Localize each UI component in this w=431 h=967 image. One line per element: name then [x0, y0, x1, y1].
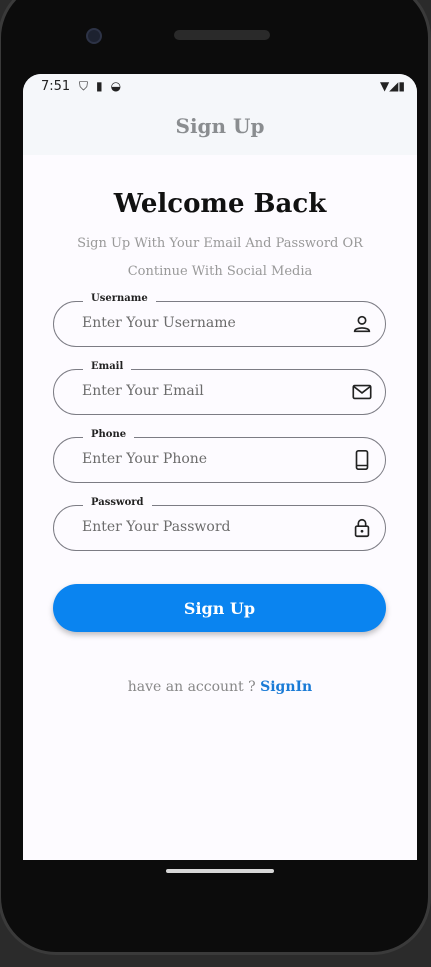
- status-system-icons: ▼◢▮: [379, 79, 405, 93]
- sign-up-button[interactable]: Sign Up: [53, 584, 386, 632]
- phone-input[interactable]: [82, 451, 332, 467]
- phone-icon: [355, 450, 369, 470]
- phone-field[interactable]: Phone: [53, 429, 386, 483]
- page-heading: Welcome Back: [113, 189, 327, 219]
- subtitle-line-2: Continue With Social Media: [127, 264, 313, 279]
- username-field[interactable]: Username: [53, 293, 386, 347]
- email-input[interactable]: [82, 383, 332, 399]
- camera-icon: [86, 28, 102, 44]
- email-label: Email: [83, 361, 132, 372]
- mail-icon: [352, 384, 372, 400]
- app-bar: Sign Up: [23, 100, 417, 155]
- status-notification-icons: ⛉▮◒: [79, 79, 130, 93]
- signin-prompt-text: have an account ?: [127, 679, 256, 695]
- subtitle-line-1: Sign Up With Your Email And Password OR: [77, 236, 363, 251]
- phone-label: Phone: [83, 429, 135, 440]
- app-screen: 7:51 ⛉▮◒ ▼◢▮ Sign Up Welcome Back Sign U…: [23, 74, 417, 860]
- signin-link[interactable]: SignIn: [260, 679, 312, 695]
- lock-icon: [354, 518, 370, 538]
- password-field[interactable]: Password: [53, 497, 386, 551]
- username-label: Username: [83, 293, 156, 304]
- username-input[interactable]: [82, 315, 332, 331]
- email-field[interactable]: Email: [53, 361, 386, 415]
- page-subtitle: Sign Up With Your Email And Password OR …: [63, 230, 377, 286]
- person-icon: [353, 315, 371, 333]
- home-indicator[interactable]: [166, 869, 274, 873]
- app-bar-title: Sign Up: [175, 114, 265, 138]
- phone-frame: 7:51 ⛉▮◒ ▼◢▮ Sign Up Welcome Back Sign U…: [0, 0, 431, 967]
- password-label: Password: [83, 497, 152, 508]
- signin-prompt: have an account ? SignIn: [23, 679, 417, 695]
- password-input[interactable]: [82, 519, 332, 535]
- status-time: 7:51: [41, 79, 71, 94]
- speaker-grille: [174, 30, 270, 40]
- status-bar: 7:51 ⛉▮◒ ▼◢▮: [23, 74, 417, 100]
